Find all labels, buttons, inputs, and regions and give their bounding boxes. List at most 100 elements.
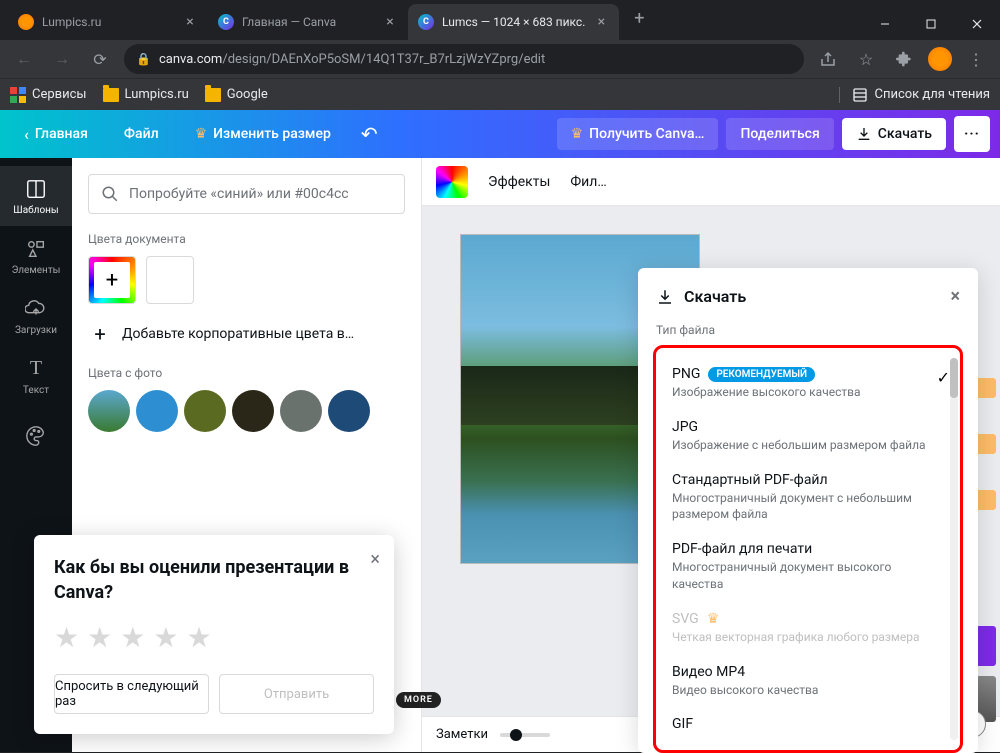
zoom-slider[interactable] — [500, 733, 550, 737]
bookmark-services[interactable]: Сервисы — [10, 87, 87, 103]
photo-swatch[interactable] — [280, 390, 322, 432]
share-button[interactable]: Поделиться — [726, 118, 833, 150]
download-icon — [656, 288, 674, 306]
nav-label: Загрузки — [15, 325, 57, 336]
star-icon[interactable]: ★ — [186, 621, 211, 654]
url-host: canva.com — [159, 52, 222, 67]
more-badge: MORE — [396, 692, 441, 708]
crown-icon: ♛ — [571, 126, 584, 142]
extensions-icon[interactable] — [890, 45, 918, 73]
close-icon[interactable]: × — [950, 286, 960, 307]
thumb[interactable] — [976, 626, 996, 666]
color-picker-button[interactable] — [436, 166, 468, 198]
nav-text[interactable]: T Текст — [0, 346, 72, 406]
filter-button[interactable]: Фил… — [570, 174, 606, 190]
pro-badge — [976, 434, 996, 454]
notes-button[interactable]: Заметки — [436, 727, 488, 742]
more-button[interactable]: ··· — [954, 116, 990, 152]
bookmarks-bar: Сервисы Lumpics.ru Google Список для чте… — [0, 78, 1000, 110]
white-swatch[interactable] — [146, 256, 194, 304]
filetype-option-pdf-print[interactable]: PDF-файл для печати Многостраничный доку… — [670, 533, 958, 603]
photo-swatch[interactable] — [328, 390, 370, 432]
star-icon[interactable]: ★ — [153, 621, 178, 654]
ft-desc: Изображение высокого качества — [672, 384, 928, 401]
minimize-button[interactable] — [862, 8, 908, 40]
forward-button[interactable]: → — [48, 45, 76, 73]
filetype-option-png[interactable]: PNGРЕКОМЕНДУЕМЫЙ Изображение высокого ка… — [670, 358, 958, 411]
get-pro-label: Получить Canva… — [589, 126, 704, 142]
nav-label: Текст — [23, 385, 49, 396]
filetype-option-mp4[interactable]: Видео MP4 Видео высокого качества — [670, 656, 958, 709]
photo-swatch[interactable] — [184, 390, 226, 432]
check-icon: ✓ — [937, 368, 950, 387]
ask-later-button[interactable]: Спросить в следующий раз — [54, 674, 209, 714]
filetype-dropdown[interactable]: PNGРЕКОМЕНДУЕМЫЙ Изображение высокого ка… — [653, 345, 963, 753]
download-panel-header: Скачать × — [638, 286, 978, 323]
close-icon[interactable]: × — [182, 14, 198, 30]
tab-canva-home[interactable]: C Главная — Canva × — [208, 4, 408, 40]
canva-app: ‹ Главная Файл ♛ Изменить размер ↶ ♛ Пол… — [0, 110, 1000, 752]
filetype-option-gif[interactable]: GIF — [670, 708, 958, 744]
add-brand-colors-button[interactable]: + Добавьте корпоративные цвета в… — [88, 322, 405, 346]
close-button[interactable] — [954, 8, 1000, 40]
recommended-badge: РЕКОМЕНДУЕМЫЙ — [708, 367, 815, 382]
profile-avatar[interactable] — [928, 47, 952, 71]
photo-swatch[interactable] — [88, 390, 130, 432]
nav-styles[interactable] — [0, 406, 72, 466]
star-icon[interactable]: ★ — [87, 621, 112, 654]
tab-strip: Lumpics.ru × C Главная — Canva × C Lumcs… — [0, 4, 862, 40]
bookmark-google[interactable]: Google — [205, 87, 268, 102]
share-label: Поделиться — [740, 126, 819, 142]
add-color-swatch[interactable]: + — [88, 256, 136, 304]
send-label: Отправить — [264, 687, 329, 702]
effects-button[interactable]: Эффекты — [488, 174, 550, 190]
star-rating[interactable]: ★ ★ ★ ★ ★ — [54, 621, 374, 654]
new-tab-button[interactable]: + — [625, 4, 653, 32]
photo-swatch[interactable] — [232, 390, 274, 432]
bookmark-icon[interactable]: ☆ — [852, 45, 880, 73]
reading-list-button[interactable]: Список для чтения — [839, 87, 990, 103]
send-button[interactable]: Отправить — [219, 674, 374, 714]
close-icon[interactable]: × — [370, 549, 380, 570]
home-button[interactable]: ‹ Главная — [10, 117, 102, 152]
download-button[interactable]: Скачать — [842, 118, 946, 150]
nav-uploads[interactable]: Загрузки — [0, 286, 72, 346]
maximize-button[interactable] — [908, 8, 954, 40]
url-input[interactable]: 🔒 canva.com/design/DAEnXoP5oSM/14Q1T37r_… — [124, 44, 804, 74]
add-brand-label: Добавьте корпоративные цвета в… — [122, 326, 354, 342]
tab-lumpics[interactable]: Lumpics.ru × — [8, 4, 208, 40]
photo-swatch[interactable] — [136, 390, 178, 432]
back-button[interactable]: ← — [10, 45, 38, 73]
color-search-input[interactable]: Попробуйте «синий» или #00c4cc — [88, 174, 405, 214]
undo-button[interactable]: ↶ — [361, 122, 378, 146]
filetype-label: Тип файла — [638, 323, 978, 337]
close-icon[interactable]: × — [593, 14, 609, 30]
close-icon[interactable]: × — [382, 14, 398, 30]
reload-button[interactable]: ⟳ — [86, 45, 114, 73]
uploads-icon — [24, 297, 48, 321]
bookmark-label: Сервисы — [32, 87, 87, 102]
bookmark-lumpics[interactable]: Lumpics.ru — [103, 87, 189, 102]
tab-canva-design[interactable]: C Lumcs — 1024 × 683 пикс. × — [408, 4, 619, 40]
search-placeholder: Попробуйте «синий» или #00c4cc — [129, 186, 349, 202]
star-icon[interactable]: ★ — [120, 621, 145, 654]
nav-templates[interactable]: Шаблоны — [0, 166, 72, 226]
ask-later-label: Спросить в следующий раз — [55, 679, 208, 709]
filetype-option-pdf-standard[interactable]: Стандартный PDF-файл Многостраничный док… — [670, 464, 958, 534]
nav-elements[interactable]: Элементы — [0, 226, 72, 286]
file-button[interactable]: Файл — [110, 118, 173, 150]
favicon-canva: C — [218, 14, 234, 30]
menu-icon[interactable]: ⋮ — [962, 45, 990, 73]
ft-desc: Изображение с небольшим размером файла — [672, 437, 928, 454]
star-icon[interactable]: ★ — [54, 621, 79, 654]
canva-header: ‹ Главная Файл ♛ Изменить размер ↶ ♛ Пол… — [0, 110, 1000, 158]
reading-list-label: Список для чтения — [874, 87, 990, 102]
doc-swatch-row: + — [88, 256, 405, 304]
templates-icon — [24, 177, 48, 201]
filetype-option-jpg[interactable]: JPG Изображение с небольшим размером фай… — [670, 411, 958, 464]
resize-button[interactable]: ♛ Изменить размер — [181, 118, 345, 150]
get-pro-button[interactable]: ♛ Получить Canva… — [557, 118, 719, 150]
share-icon[interactable] — [814, 45, 842, 73]
ft-name: PDF-файл для печати — [672, 541, 812, 557]
filetype-option-svg[interactable]: SVG♛ Четкая векторная графика любого раз… — [670, 603, 958, 656]
